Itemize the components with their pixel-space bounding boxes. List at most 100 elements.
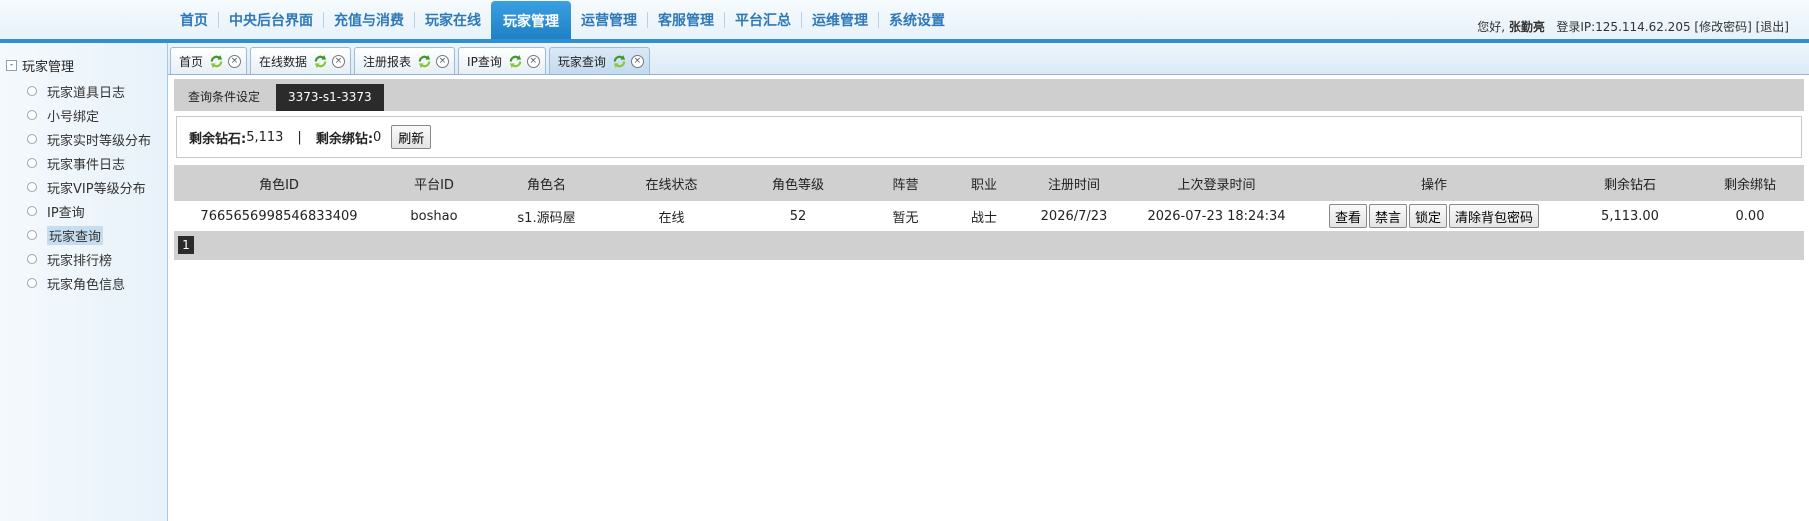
sidebar-item-label: 玩家角色信息 [47, 277, 126, 293]
pagination-bar: 1 [174, 231, 1804, 260]
tab-label: 在线数据 [259, 54, 308, 69]
col-header-register-time: 注册时间 [1047, 177, 1100, 193]
sidebar-item-label: 玩家道具日志 [47, 85, 126, 101]
close-icon[interactable]: × [526, 54, 540, 68]
refresh-icon[interactable] [612, 54, 627, 69]
sidebar-item-player-event-log[interactable]: 玩家事件日志 [27, 151, 151, 175]
tab-server[interactable]: 3373-s1-3373 [276, 84, 384, 111]
sidebar-item-label: 小号绑定 [47, 109, 100, 125]
clear-bag-password-button[interactable]: 清除背包密码 [1449, 204, 1540, 228]
summary-separator: | [297, 129, 302, 145]
greeting-text: 您好, [1477, 20, 1506, 34]
top-bar: 首页 中央后台界面 充值与消费 玩家在线 玩家管理 运营管理 客服管理 平台汇总… [0, 0, 1809, 43]
table-row: 7665656998546833409 boshao s1.源码屋 在线 52 … [174, 201, 1804, 231]
tab-label: 玩家查询 [557, 54, 606, 69]
cell-profession: 战士 [970, 210, 997, 226]
mute-button[interactable]: 禁言 [1368, 204, 1407, 228]
refresh-icon[interactable] [417, 54, 432, 69]
sidebar-item-player-query[interactable]: 玩家查询 [27, 223, 151, 247]
diamond-label: 剩余钻石: [189, 131, 247, 147]
sidebar-item-realtime-level-dist[interactable]: 玩家实时等级分布 [27, 127, 151, 151]
col-header-level: 角色等级 [771, 177, 824, 193]
col-header-actions: 操作 [1420, 177, 1447, 193]
cell-role-name: s1.源码屋 [517, 210, 576, 226]
user-name: 张勤亮 [1508, 20, 1545, 34]
sidebar-item-role-info[interactable]: 玩家角色信息 [27, 271, 151, 295]
sidebar-item-player-item-log[interactable]: 玩家道具日志 [27, 79, 151, 103]
tree-root-player-management[interactable]: - 玩家管理 [6, 56, 75, 75]
cell-faction: 暂无 [892, 210, 919, 226]
tree-root-label: 玩家管理 [22, 59, 75, 75]
tab-query-settings[interactable]: 查询条件设定 [176, 84, 272, 111]
tab-ip-query[interactable]: IP查询 × [458, 47, 546, 74]
nav-home[interactable]: 首页 [170, 0, 218, 40]
col-header-faction: 阵营 [892, 177, 919, 193]
sidebar-item-label: 玩家VIP等级分布 [47, 181, 146, 197]
refresh-icon[interactable] [508, 54, 523, 69]
nav-operations[interactable]: 运营管理 [571, 0, 647, 40]
lock-button[interactable]: 锁定 [1409, 204, 1448, 228]
nav-customer-service[interactable]: 客服管理 [648, 0, 724, 40]
circle-icon [27, 134, 37, 144]
table-header-row: 角色ID 平台ID 角色名 在线状态 角色等级 阵营 职业 注册时间 上次登录时… [174, 165, 1804, 201]
sidebar-item-player-ranking[interactable]: 玩家排行榜 [27, 247, 151, 271]
close-icon[interactable]: × [630, 54, 644, 68]
nav-recharge-consumption[interactable]: 充值与消费 [324, 0, 414, 40]
circle-icon [27, 206, 37, 216]
nav-player-management[interactable]: 玩家管理 [491, 1, 571, 41]
col-header-online-status: 在线状态 [645, 177, 698, 193]
circle-icon [27, 182, 37, 192]
change-password-link[interactable]: [修改密码] [1694, 20, 1751, 34]
nav-central-backend[interactable]: 中央后台界面 [219, 0, 323, 40]
bound-diamond-value: 0 [373, 129, 382, 145]
col-header-last-login: 上次登录时间 [1177, 177, 1256, 193]
close-icon[interactable]: × [228, 54, 242, 68]
tab-label: 注册报表 [363, 54, 412, 69]
close-icon[interactable]: × [332, 54, 346, 68]
col-header-bound-diamonds: 剩余绑钻 [1723, 177, 1776, 193]
cell-level: 52 [789, 208, 807, 224]
nav-players-online[interactable]: 玩家在线 [415, 0, 491, 40]
collapse-icon[interactable]: - [6, 59, 17, 71]
circle-icon [27, 158, 37, 168]
sidebar-item-vip-level-dist[interactable]: 玩家VIP等级分布 [27, 175, 151, 199]
sidebar: - 玩家管理 玩家道具日志 小号绑定 玩家实时等级分布 玩家事件日志 玩家VIP… [0, 43, 168, 521]
col-header-role-id: 角色ID [259, 177, 299, 193]
user-info: 您好, 张勤亮 登录IP:125.114.62.205 [修改密码] [退出] [1477, 18, 1789, 35]
refresh-icon[interactable] [313, 54, 328, 69]
nav-ops-maintenance[interactable]: 运维管理 [802, 0, 878, 40]
nav-platform-summary[interactable]: 平台汇总 [725, 0, 801, 40]
cell-register-time: 2026/7/23 [1040, 208, 1108, 224]
circle-icon [27, 254, 37, 264]
balance-summary: 剩余钻石: 5,113 | 剩余绑钻: 0 刷新 [176, 116, 1802, 158]
view-button[interactable]: 查看 [1328, 204, 1367, 228]
nav-system-settings[interactable]: 系统设置 [879, 0, 955, 40]
col-header-profession: 职业 [970, 177, 997, 193]
refresh-icon[interactable] [209, 54, 224, 69]
tab-player-query[interactable]: 玩家查询 × [548, 47, 650, 74]
close-icon[interactable]: × [436, 54, 450, 68]
tab-home[interactable]: 首页 × [170, 47, 248, 74]
cell-online-status: 在线 [658, 210, 685, 226]
circle-icon [27, 86, 37, 96]
cell-role-id: 7665656998546833409 [200, 208, 358, 224]
main-nav: 首页 中央后台界面 充值与消费 玩家在线 玩家管理 运营管理 客服管理 平台汇总… [170, 0, 955, 41]
sidebar-item-alt-account-binding[interactable]: 小号绑定 [27, 103, 151, 127]
sidebar-item-label: 玩家实时等级分布 [47, 133, 152, 149]
sidebar-item-ip-query[interactable]: IP查询 [27, 199, 151, 223]
cell-diamonds: 5,113.00 [1601, 208, 1659, 224]
tab-online-data[interactable]: 在线数据 × [250, 47, 352, 74]
sidebar-item-label: 玩家排行榜 [47, 253, 113, 269]
page-button[interactable]: 1 [178, 236, 194, 254]
refresh-button[interactable]: 刷新 [391, 125, 432, 149]
cell-bound-diamonds: 0.00 [1735, 208, 1765, 224]
circle-icon [27, 230, 37, 240]
tab-label: IP查询 [467, 54, 502, 69]
cell-actions: 查看 禁言 锁定 清除背包密码 [1304, 204, 1564, 228]
logout-link[interactable]: [退出] [1756, 20, 1789, 34]
tab-registration-report[interactable]: 注册报表 × [354, 47, 456, 74]
col-header-diamonds: 剩余钻石 [1603, 177, 1656, 193]
subtab-bar: 查询条件设定 3373-s1-3373 [174, 79, 1804, 111]
col-header-role-name: 角色名 [526, 177, 566, 193]
content-area: 查询条件设定 3373-s1-3373 剩余钻石: 5,113 | 剩余绑钻: … [168, 75, 1809, 521]
